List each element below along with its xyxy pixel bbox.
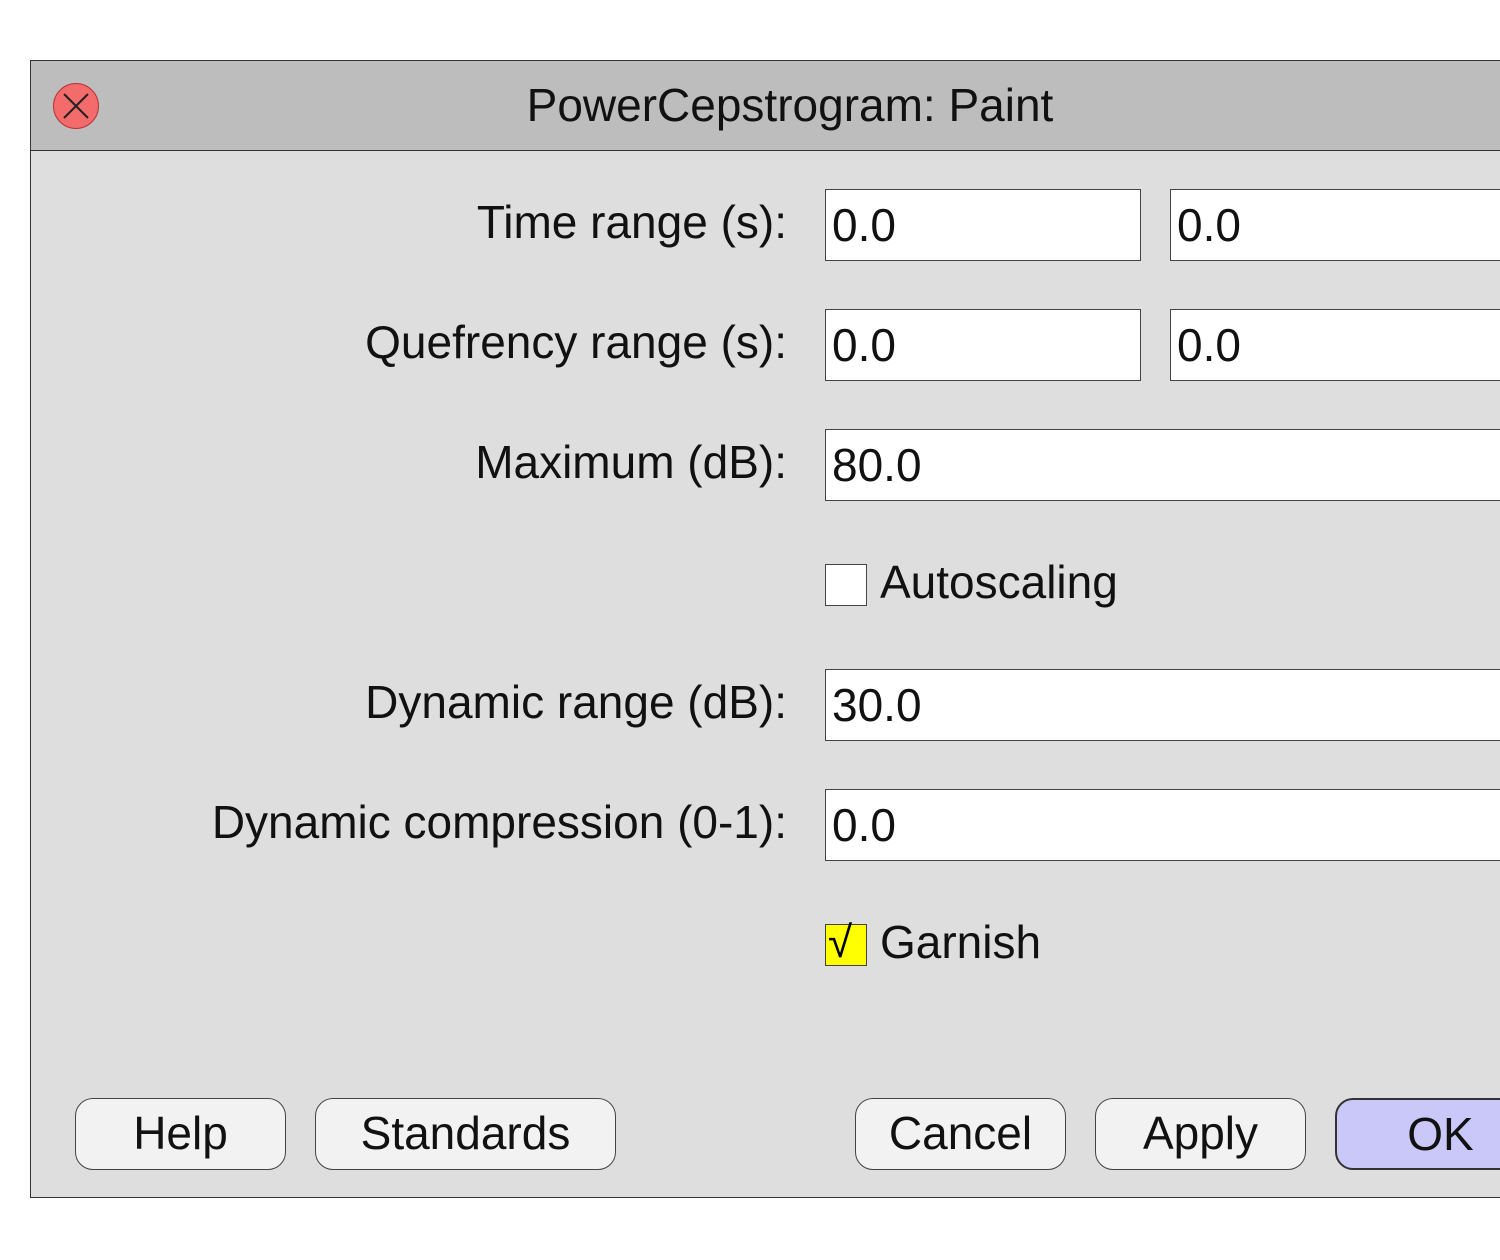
dynamic-range-label: Dynamic range (dB): — [365, 676, 787, 728]
time-range-to-field[interactable] — [1170, 189, 1500, 261]
dynamic-compression-field[interactable] — [825, 789, 1500, 861]
apply-button[interactable]: Apply — [1095, 1098, 1306, 1170]
title-bar[interactable]: PowerCepstrogram: Paint — [31, 61, 1500, 151]
help-button[interactable]: Help — [75, 1098, 286, 1170]
quefrency-range-from-field[interactable] — [825, 309, 1141, 381]
standards-button[interactable]: Standards — [315, 1098, 616, 1170]
dynamic-range-field[interactable] — [825, 669, 1500, 741]
time-range-label: Time range (s): — [476, 196, 787, 248]
check-mark-icon: √ — [828, 918, 853, 967]
autoscaling-checkbox[interactable] — [825, 564, 867, 606]
dialog-window: PowerCepstrogram: Paint Time range (s): … — [30, 60, 1500, 1198]
maximum-label: Maximum (dB): — [475, 436, 787, 488]
cancel-button[interactable]: Cancel — [855, 1098, 1066, 1170]
dynamic-compression-label: Dynamic compression (0-1): — [211, 796, 787, 848]
window-title: PowerCepstrogram: Paint — [526, 79, 1054, 131]
maximum-field[interactable] — [825, 429, 1500, 501]
garnish-checkbox[interactable]: √ — [825, 918, 867, 967]
ok-button[interactable]: OK — [1335, 1098, 1500, 1170]
quefrency-range-label: Quefrency range (s): — [365, 316, 787, 368]
garnish-label[interactable]: Garnish — [880, 915, 1041, 969]
time-range-from-field[interactable] — [825, 189, 1141, 261]
quefrency-range-to-field[interactable] — [1170, 309, 1500, 381]
autoscaling-label[interactable]: Autoscaling — [880, 555, 1118, 609]
